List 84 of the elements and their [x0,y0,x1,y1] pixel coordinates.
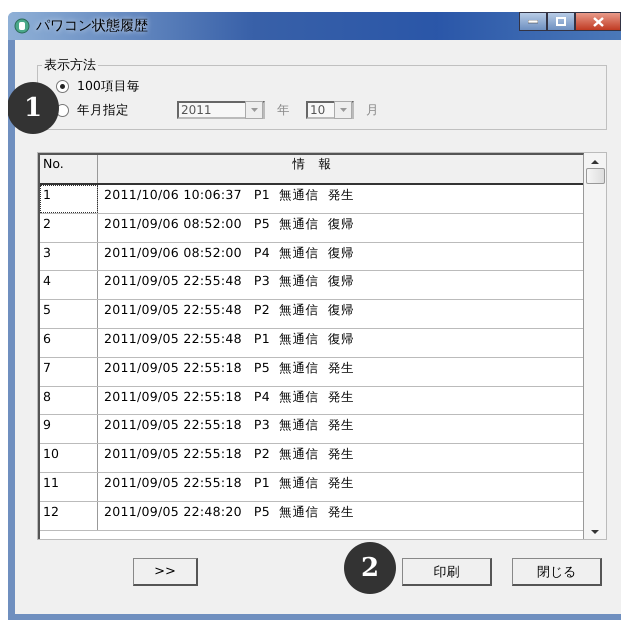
column-header[interactable]: 情 報 [98,155,583,183]
table-cell-text: 発生 [328,474,354,492]
table-cell-text: 復帰 [328,244,354,262]
maximize-button[interactable] [547,12,575,31]
year-label: 年 [277,102,290,118]
radio-button[interactable] [56,80,69,92]
table-cell-text: 2011/09/05 22:55:18 [104,474,242,492]
table-cell-text: 復帰 [328,273,354,290]
scroll-down-icon [591,530,599,535]
maximize-icon [556,17,566,26]
table-cell-text: 無通信 [278,504,319,521]
app-icon [14,18,30,34]
table-cell-text: 無通信 [278,302,319,320]
table-cell-text: 2011/09/05 22:55:18 [104,388,242,406]
table-cell-text: 無通信 [278,360,319,377]
table-cell-text: 発生 [328,360,354,377]
table-cell-text: 無通信 [278,474,319,492]
table-cell-text: 2011/09/06 08:52:00 [104,244,242,262]
table-cell: 4 [40,271,98,300]
table-cell-text: 2011/09/05 22:55:18 [104,360,242,377]
year-dropdown[interactable]: 2011 [177,101,265,119]
table-cell-text: 無通信 [278,244,319,262]
minimize-button[interactable] [519,12,547,31]
table-cell-text: 2011/09/05 22:55:18 [104,417,242,434]
table-cell-text: 発生 [328,446,354,464]
table-cell-text: 2011/09/05 22:55:18 [104,446,242,464]
table-cell-text: 発生 [328,504,354,521]
table-cell: 8 [40,386,98,414]
column-header[interactable]: No. [40,155,98,183]
table-cell: 9 [40,415,98,444]
scroll-thumb[interactable] [586,168,604,184]
month-dropdown[interactable]: 10 [306,101,354,119]
table-cell-text: P4 [254,388,270,406]
table-cell: 1 [40,185,98,213]
table-cell: 2 [40,214,98,242]
table-cell-text: 2011/09/05 22:48:20 [104,504,242,521]
next-button[interactable]: >> [133,558,198,586]
table-cell-text: P2 [254,302,270,320]
table-cell-text: P1 [254,330,270,348]
table-cell-text: P1 [254,474,270,492]
table-cell-text: 発生 [328,388,354,406]
minimize-icon [528,20,538,24]
table-cell-text: P3 [254,417,270,434]
table-cell-text: 無通信 [278,187,319,204]
print-button[interactable]: 印刷 [402,558,492,586]
table-cell-text: P3 [254,273,270,290]
table-cell: 12 [40,502,98,530]
month-label: 月 [366,102,379,118]
table-cell-text: 2011/09/06 08:52:00 [104,216,242,233]
close-button[interactable] [575,12,621,31]
radio-label: 100項目毎 [77,78,141,94]
table-cell-text: 無通信 [278,388,319,406]
table-cell-text: P5 [254,216,270,233]
table-cell: 10 [40,444,98,472]
table-cell-text: 2011/09/05 22:55:48 [104,330,242,348]
table-cell-text: 無通信 [278,273,319,290]
table-cell: 3 [40,242,98,270]
close-icon [592,16,604,26]
radio-label: 年月指定 [77,102,130,118]
table-cell: 7 [40,358,98,386]
table-cell-text: 無通信 [278,216,319,233]
table-cell-text: 無通信 [278,446,319,464]
table-cell-text: 2011/09/05 22:55:48 [104,273,242,290]
table-cell-text: 2011/09/05 22:55:48 [104,302,242,320]
table-cell: 11 [40,472,98,501]
table-cell-text: 発生 [328,417,354,434]
window-title: パワコン状態履歴 [36,17,148,35]
scroll-up-icon [591,159,599,164]
table-cell-text: 無通信 [278,330,319,348]
table-cell-text: 復帰 [328,302,354,320]
table-cell-text: 復帰 [328,216,354,233]
table-cell-text: P5 [254,504,270,521]
table-cell-text: P4 [254,244,270,262]
table-cell: 6 [40,328,98,357]
close-dialog-button[interactable]: 閉じる [512,558,602,586]
table-cell-text: P1 [254,187,270,204]
table-cell-text: P5 [254,360,270,377]
table-cell: 5 [40,300,98,328]
table-cell-text: 発生 [328,187,354,204]
table-cell-text: 無通信 [278,417,319,434]
table-cell-text: P2 [254,446,270,464]
table-cell-text: 2011/10/06 10:06:37 [104,187,242,204]
group-label: 表示方法 [43,57,97,74]
table-cell-text: 復帰 [328,330,354,348]
